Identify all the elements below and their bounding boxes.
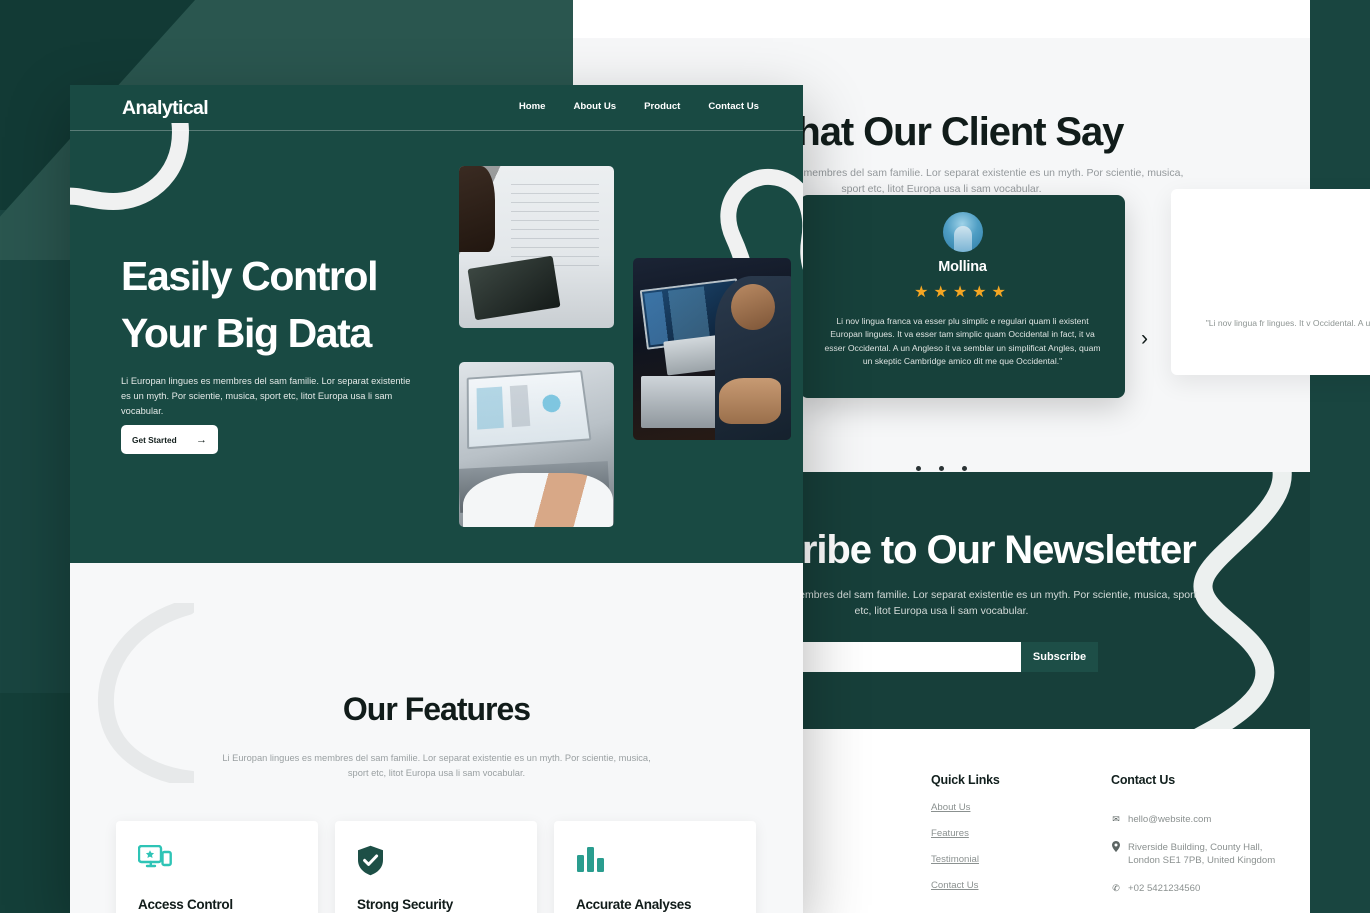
- testimonial-author-name: Mollina: [938, 259, 987, 275]
- nav-item-product[interactable]: Product: [644, 101, 680, 112]
- monitor-mobile-star-icon: [137, 844, 298, 881]
- testimonial-card-active[interactable]: Mollina ★★★★★ Li nov lingua franca va es…: [800, 195, 1125, 398]
- hero-image-two-laptops: [633, 258, 791, 440]
- get-started-button[interactable]: Get Started →: [121, 425, 218, 454]
- left-mockup-stack: Analytical Home About Us Product Contact…: [70, 85, 803, 913]
- footer-link-contact-us[interactable]: Contact Us: [931, 880, 1081, 891]
- carousel-dot[interactable]: [939, 465, 944, 471]
- feature-title: Accurate Analyses: [576, 897, 692, 912]
- star-rating-icon: ★★★★★: [914, 284, 1011, 301]
- nav-links: Home About Us Product Contact Us: [519, 101, 759, 112]
- location-pin-icon: [1111, 840, 1121, 855]
- feature-card-accurate-analyses[interactable]: Accurate Analyses Li Europan lingues es …: [554, 821, 756, 913]
- avatar: [942, 212, 983, 252]
- testimonial-card-next[interactable]: "Li nov lingua fr lingues. It v Occident…: [1171, 189, 1370, 375]
- testimonial-quote: Li nov lingua franca va esser plu simpli…: [824, 316, 1101, 367]
- footer-phone-text: +02 5421234560: [1128, 882, 1201, 894]
- carousel-next-chevron-icon[interactable]: ›: [1141, 328, 1163, 350]
- hero-section: Analytical Home About Us Product Contact…: [70, 85, 803, 563]
- testimonial-next-quote: "Li nov lingua fr lingues. It v Occident…: [1205, 318, 1370, 328]
- nav-item-about-us[interactable]: About Us: [573, 101, 616, 112]
- hero-headline: Easily Control Your Big Data: [121, 248, 481, 362]
- footer-quick-links-column: Quick Links About Us Features Testimonia…: [931, 773, 1081, 891]
- brand-logo[interactable]: Analytical: [122, 97, 209, 120]
- feature-title: Strong Security: [357, 897, 454, 912]
- hero-headline-line1: Easily Control: [121, 253, 378, 299]
- nav-item-home[interactable]: Home: [519, 101, 546, 112]
- bar-chart-icon: [576, 845, 736, 881]
- footer-address-row: Riverside Building, County Hall, London …: [1111, 840, 1291, 868]
- get-started-label: Get Started: [132, 434, 177, 445]
- carousel-dot[interactable]: [915, 465, 921, 471]
- envelope-icon: ✉: [1112, 814, 1120, 824]
- nav-item-contact-us[interactable]: Contact Us: [708, 101, 759, 112]
- decorative-squiggle-icon: [70, 123, 189, 210]
- footer-quick-links-heading: Quick Links: [931, 773, 1000, 787]
- features-subtitle: Li Europan lingues es membres del sam fa…: [222, 753, 651, 778]
- footer-contact-column: Contact Us ✉ hello@website.com Riverside…: [1111, 773, 1291, 895]
- footer-link-testimonial[interactable]: Testimonial: [931, 854, 1081, 865]
- feature-card-access-control[interactable]: Access Control Li Europan lingues es mem…: [116, 821, 318, 913]
- features-section: Our Features Li Europan lingues es membr…: [70, 563, 803, 913]
- carousel-dot[interactable]: [962, 465, 968, 471]
- footer-link-about-us[interactable]: About Us: [931, 802, 1081, 813]
- footer-address-text: Riverside Building, County Hall, London …: [1128, 841, 1276, 867]
- feature-card-strong-security[interactable]: Strong Security Li Europan lingues es me…: [335, 821, 537, 913]
- hero-headline-line2: Your Big Data: [121, 310, 372, 356]
- subscribe-button[interactable]: Subscribe: [1021, 642, 1098, 672]
- hero-image-whiteboard: [459, 166, 614, 328]
- footer-phone-row[interactable]: ✆ +02 5421234560: [1111, 882, 1291, 896]
- feature-title: Access Control: [138, 897, 233, 912]
- features-title: Our Features: [342, 691, 531, 727]
- feature-card-list: Access Control Li Europan lingues es mem…: [116, 821, 757, 913]
- footer-email-text: hello@website.com: [1128, 814, 1212, 825]
- hero-image-typing: [459, 362, 614, 527]
- footer-link-features[interactable]: Features: [931, 828, 1081, 839]
- hero-subtext: Li Europan lingues es membres del sam fa…: [121, 376, 411, 416]
- arrow-right-icon: →: [196, 433, 207, 446]
- footer-contact-heading: Contact Us: [1111, 773, 1175, 787]
- phone-icon: ✆: [1112, 882, 1120, 893]
- shield-check-icon: [357, 845, 517, 881]
- footer-email-row[interactable]: ✉ hello@website.com: [1111, 813, 1291, 827]
